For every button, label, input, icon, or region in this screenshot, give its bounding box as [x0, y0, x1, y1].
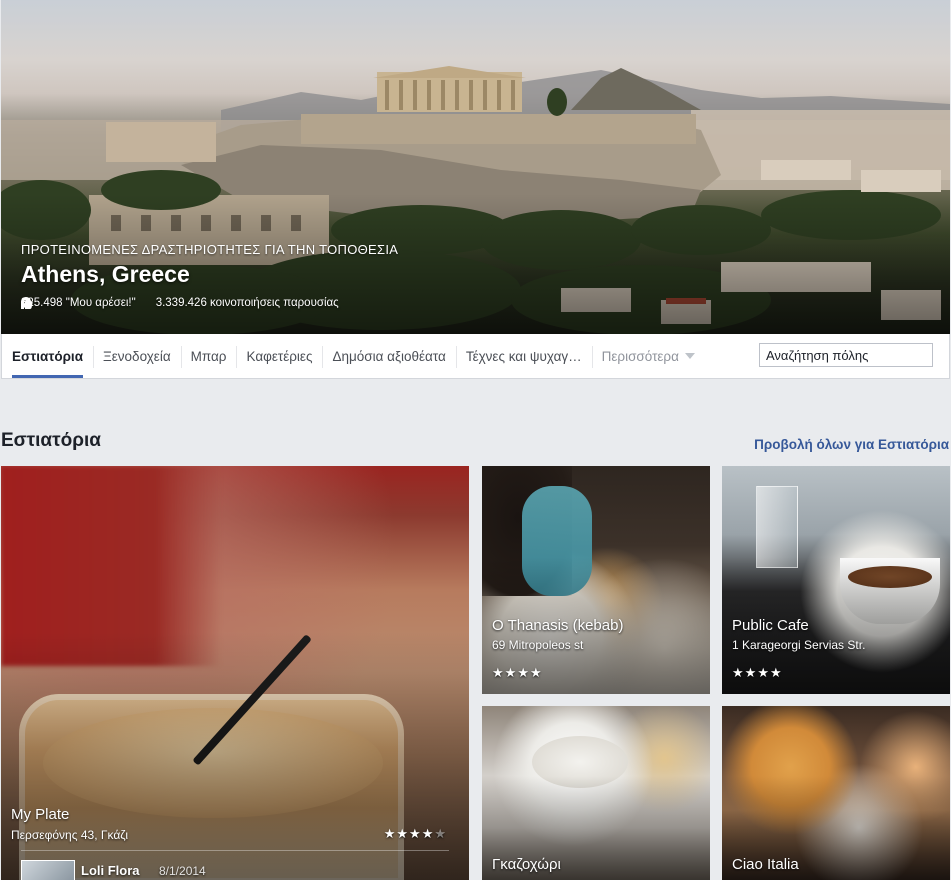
place-name[interactable]: My Plate — [11, 806, 69, 823]
star-icon: ★ — [744, 665, 758, 680]
place-card-o-thanasis[interactable]: O Thanasis (kebab) 69 Mitropoleos st ★★★… — [482, 466, 710, 694]
place-card-public-cafe[interactable]: Public Cafe 1 Karageorgi Servias Str. ★★… — [722, 466, 950, 694]
tab-label: Τέχνες και ψυχαγ… — [465, 348, 582, 364]
place-address: 69 Mitropoleos st — [492, 638, 584, 652]
more-tab[interactable]: Περισσότερα — [591, 334, 705, 378]
place-name[interactable]: O Thanasis (kebab) — [492, 617, 623, 634]
place-name[interactable]: Γκαζοχώρι — [492, 856, 561, 873]
rating-stars: ★★★★★ — [384, 826, 447, 842]
star-icon: ★ — [757, 665, 770, 680]
star-icon: ★ — [769, 665, 783, 680]
place-name[interactable]: Public Cafe — [732, 617, 809, 634]
tab-arts[interactable]: Τέχνες και ψυχαγ… — [455, 334, 592, 378]
city-title[interactable]: Athens, Greece — [21, 261, 190, 288]
place-address: Περσεφόνης 43, Γκάζι — [11, 828, 128, 842]
star-icon: ★ — [529, 665, 543, 680]
tab-attractions[interactable]: Δημόσια αξιοθέατα — [322, 334, 455, 378]
tab-label: Καφετέριες — [246, 348, 313, 364]
likes-count: 325.498 "Μου αρέσει!" — [21, 297, 136, 309]
place-card-ciao-italia[interactable]: Ciao Italia — [722, 706, 950, 880]
avatar[interactable] — [21, 860, 75, 880]
rating-stars: ★★★★ — [492, 665, 543, 681]
caret-down-icon — [684, 353, 695, 359]
tab-cafes[interactable]: Καφετέριες — [236, 334, 322, 378]
cover-stats: 325.498 "Μου αρέσει!" 3.339.426 κοινοποι… — [21, 297, 339, 309]
tab-label: Δημόσια αξιοθέατα — [332, 348, 446, 364]
card-divider — [21, 850, 449, 851]
tab-label: Ξενοδοχεία — [103, 348, 171, 364]
cover-photo: ΠΡΟΤΕΙΝΟΜΕΝΕΣ ΔΡΑΣΤΗΡΙΟΤΗΤΕΣ ΓΙΑ ΤΗΝ ΤΟΠ… — [1, 0, 950, 334]
cover-subtitle: ΠΡΟΤΕΙΝΟΜΕΝΕΣ ΔΡΑΣΤΗΡΙΟΤΗΤΕΣ ΓΙΑ ΤΗΝ ΤΟΠ… — [21, 242, 399, 257]
place-card-gkazochori[interactable]: Γκαζοχώρι — [482, 706, 710, 880]
reviewer-name[interactable]: Loli Flora — [81, 863, 140, 878]
star-icon: ★ — [396, 826, 410, 841]
place-address: 1 Karageorgi Servias Str. — [732, 638, 866, 652]
more-label: Περισσότερα — [601, 348, 679, 364]
photo-glass — [756, 486, 798, 568]
card-shade — [1, 631, 469, 880]
place-name[interactable]: Ciao Italia — [732, 856, 799, 873]
map-pin-icon — [21, 297, 31, 309]
tab-bars[interactable]: Μπαρ — [180, 334, 237, 378]
star-icon: ★ — [492, 665, 505, 680]
star-icon: ★ — [732, 665, 745, 680]
likes-stat: 325.498 "Μου αρέσει!" — [21, 297, 136, 309]
tab-restaurants[interactable]: Εστιατόρια — [2, 334, 93, 378]
review-date: 8/1/2014 — [159, 864, 206, 878]
star-icon: ★ — [421, 826, 435, 841]
section-title: Εστιατόρια — [1, 430, 101, 451]
rating-stars: ★★★★ — [732, 665, 783, 681]
star-icon: ★ — [504, 665, 518, 680]
star-empty-icon: ★ — [434, 826, 447, 841]
checkins-stat: 3.339.426 κοινοποιήσεις παρουσίας — [21, 297, 339, 309]
see-all-link[interactable]: Προβολή όλων για Εστιατόρια — [754, 437, 949, 452]
star-icon: ★ — [409, 826, 422, 841]
star-icon: ★ — [517, 665, 530, 680]
tab-label: Μπαρ — [190, 348, 227, 364]
city-search-input[interactable] — [759, 343, 933, 367]
tab-hotels[interactable]: Ξενοδοχεία — [93, 334, 181, 378]
checkins-count: 3.339.426 κοινοποιήσεις παρουσίας — [155, 297, 339, 309]
tab-label: Εστιατόρια — [12, 348, 83, 364]
category-tabs: Εστιατόρια Ξενοδοχεία Μπαρ Καφετέριες Δη… — [1, 334, 950, 379]
star-icon: ★ — [383, 826, 397, 841]
place-card-my-plate[interactable]: My Plate Περσεφόνης 43, Γκάζι ★★★★★ Loli… — [1, 466, 469, 880]
